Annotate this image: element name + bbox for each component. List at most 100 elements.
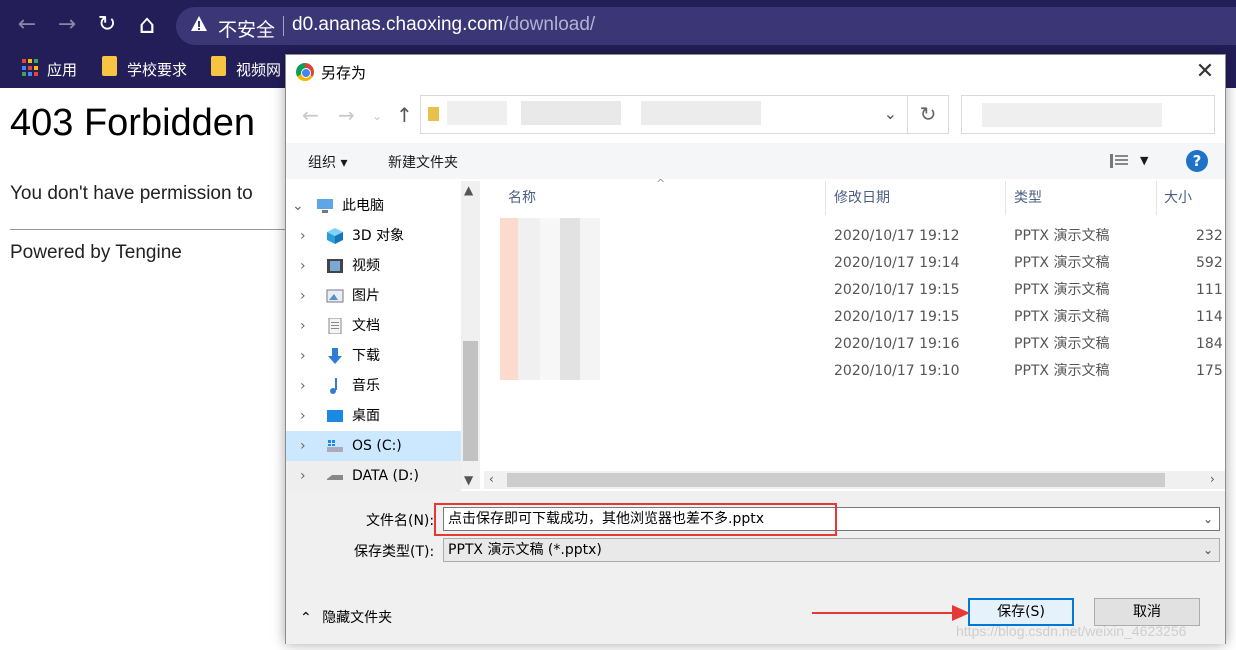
file-type: PPTX 演示文稿 xyxy=(1014,228,1110,244)
home-button[interactable]: ⌂ xyxy=(132,10,162,40)
chevron-up-icon: ⌃ xyxy=(300,610,312,626)
view-options-icon[interactable] xyxy=(1110,154,1128,168)
apps-grid-icon[interactable] xyxy=(22,59,40,77)
reload-button[interactable]: ↻ xyxy=(92,10,122,40)
back-button[interactable]: ← xyxy=(12,10,42,40)
chevron-right-icon[interactable]: › xyxy=(300,371,306,401)
chevron-right-icon[interactable]: › xyxy=(300,461,306,491)
annotation-arrow xyxy=(812,612,962,614)
file-size: 175 xyxy=(1196,363,1223,379)
chevron-right-icon[interactable]: › xyxy=(300,341,306,371)
column-name[interactable]: 名称 xyxy=(508,181,536,215)
chevron-down-icon[interactable]: ⌄ xyxy=(1203,539,1213,561)
search-input[interactable] xyxy=(961,95,1215,134)
file-date: 2020/10/17 19:16 xyxy=(834,336,960,352)
chevron-right-icon[interactable]: › xyxy=(300,251,306,281)
nav-item-this-pc[interactable]: ⌄ 此电脑 xyxy=(286,191,461,221)
forward-button[interactable]: → xyxy=(52,10,82,40)
bookmark-school[interactable]: 学校要求 xyxy=(127,58,187,82)
column-divider[interactable] xyxy=(825,181,826,215)
chevron-right-icon[interactable]: › xyxy=(300,221,306,251)
file-date: 2020/10/17 19:10 xyxy=(834,363,960,379)
nav-item-drive-d[interactable]: › DATA (D:) xyxy=(286,461,461,491)
page-footer: Powered by Tengine xyxy=(10,242,182,263)
save-button[interactable]: 保存(S) xyxy=(968,598,1074,626)
drive-icon xyxy=(327,440,343,452)
file-type: PPTX 演示文稿 xyxy=(1014,336,1110,352)
chevron-down-icon[interactable]: ⌄ xyxy=(1203,508,1213,530)
bookmark-video[interactable]: 视频网 xyxy=(236,58,281,82)
file-type: PPTX 演示文稿 xyxy=(1014,255,1110,271)
address-bar[interactable]: 不安全 d0.ananas.chaoxing.com/download/ xyxy=(176,7,1236,45)
nav-label: 3D 对象 xyxy=(352,228,405,244)
nav-label: DATA (D:) xyxy=(352,468,419,484)
scroll-up-icon[interactable]: ▲ xyxy=(464,183,473,197)
file-size: 114 xyxy=(1196,309,1223,325)
chevron-down-icon[interactable]: ⌄ xyxy=(292,191,304,221)
filetype-value: PPTX 演示文稿 (*.pptx) xyxy=(448,542,602,558)
cube-icon xyxy=(327,228,343,244)
nav-item-documents[interactable]: › 文档 xyxy=(286,311,461,341)
hide-folders-toggle[interactable]: ⌃ 隐藏文件夹 xyxy=(300,607,392,627)
redacted-path xyxy=(641,101,761,125)
navigation-pane: ⌄ 此电脑 › 3D 对象 › 视频 › 图片 › 文档 › 下载 › 音乐 ›… xyxy=(286,181,480,491)
save-as-dialog: 另存为 ✕ ← → ⌄ ↑ ⌄ ↻ 组织 ▾ 新建文件夹 ▼ ? ⌄ 此电脑 ›… xyxy=(285,54,1226,644)
up-arrow-icon[interactable]: ↑ xyxy=(396,103,413,127)
chevron-right-icon[interactable]: › xyxy=(300,401,306,431)
filename-highlight-annotation xyxy=(434,503,837,536)
file-type: PPTX 演示文稿 xyxy=(1014,282,1110,298)
security-label: 不安全 xyxy=(218,19,276,41)
column-date[interactable]: 修改日期 xyxy=(834,181,890,215)
chevron-right-icon[interactable]: › xyxy=(300,431,306,461)
redacted-path xyxy=(447,101,507,125)
folder-icon xyxy=(102,56,117,76)
chrome-icon xyxy=(296,63,314,81)
column-type[interactable]: 类型 xyxy=(1014,181,1042,215)
url-path: /download/ xyxy=(503,14,596,35)
view-chevron-icon[interactable]: ▼ xyxy=(1140,154,1148,167)
drive-icon xyxy=(327,475,343,480)
column-size[interactable]: 大小 xyxy=(1164,181,1192,215)
recent-locations-icon[interactable]: ⌄ xyxy=(372,109,382,123)
nav-label: 此电脑 xyxy=(342,198,384,214)
file-type: PPTX 演示文稿 xyxy=(1014,363,1110,379)
cancel-button[interactable]: 取消 xyxy=(1094,598,1200,626)
dialog-toolbar: 组织 ▾ 新建文件夹 ▼ ? xyxy=(286,143,1225,179)
nav-item-drive-c[interactable]: › OS (C:) xyxy=(286,431,461,461)
nav-item-3d[interactable]: › 3D 对象 xyxy=(286,221,461,251)
redacted-search xyxy=(982,103,1162,127)
scroll-down-icon[interactable]: ▼ xyxy=(464,473,473,487)
column-divider[interactable] xyxy=(1156,181,1157,215)
document-icon xyxy=(328,318,342,334)
nav-item-desktop[interactable]: › 桌面 xyxy=(286,401,461,431)
browser-toolbar: ← → ↻ ⌂ 不安全 d0.ananas.chaoxing.com/downl… xyxy=(0,0,1236,52)
location-bar[interactable]: ⌄ xyxy=(420,95,908,134)
help-icon[interactable]: ? xyxy=(1186,150,1208,172)
close-button[interactable]: ✕ xyxy=(1185,55,1225,89)
forward-arrow-icon[interactable]: → xyxy=(338,103,355,127)
new-folder-button[interactable]: 新建文件夹 xyxy=(388,152,458,172)
scroll-thumb[interactable] xyxy=(507,473,1165,487)
chevron-right-icon[interactable]: › xyxy=(300,311,306,341)
nav-item-video[interactable]: › 视频 xyxy=(286,251,461,281)
horizontal-scrollbar[interactable]: ‹ › xyxy=(484,471,1225,489)
nav-item-pictures[interactable]: › 图片 xyxy=(286,281,461,311)
organize-menu[interactable]: 组织 ▾ xyxy=(308,152,347,172)
nav-label: OS (C:) xyxy=(352,438,402,454)
nav-scrollbar[interactable]: ▲ ▼ xyxy=(461,181,480,489)
scroll-right-icon[interactable]: › xyxy=(1210,472,1215,486)
filetype-select[interactable]: PPTX 演示文稿 (*.pptx) ⌄ xyxy=(443,538,1220,562)
nav-item-music[interactable]: › 音乐 xyxy=(286,371,461,401)
bookmark-apps[interactable]: 应用 xyxy=(47,58,77,82)
nav-item-downloads[interactable]: › 下载 xyxy=(286,341,461,371)
desktop-icon xyxy=(327,410,343,422)
scroll-thumb[interactable] xyxy=(463,341,478,461)
sort-ascending-icon: ^ xyxy=(656,177,666,190)
back-arrow-icon[interactable]: ← xyxy=(302,103,319,127)
chevron-right-icon[interactable]: › xyxy=(300,281,306,311)
video-icon xyxy=(327,259,343,273)
scroll-left-icon[interactable]: ‹ xyxy=(489,472,494,486)
column-divider[interactable] xyxy=(1005,181,1006,215)
refresh-button[interactable]: ↻ xyxy=(907,95,949,134)
chevron-down-icon[interactable]: ⌄ xyxy=(884,104,897,123)
